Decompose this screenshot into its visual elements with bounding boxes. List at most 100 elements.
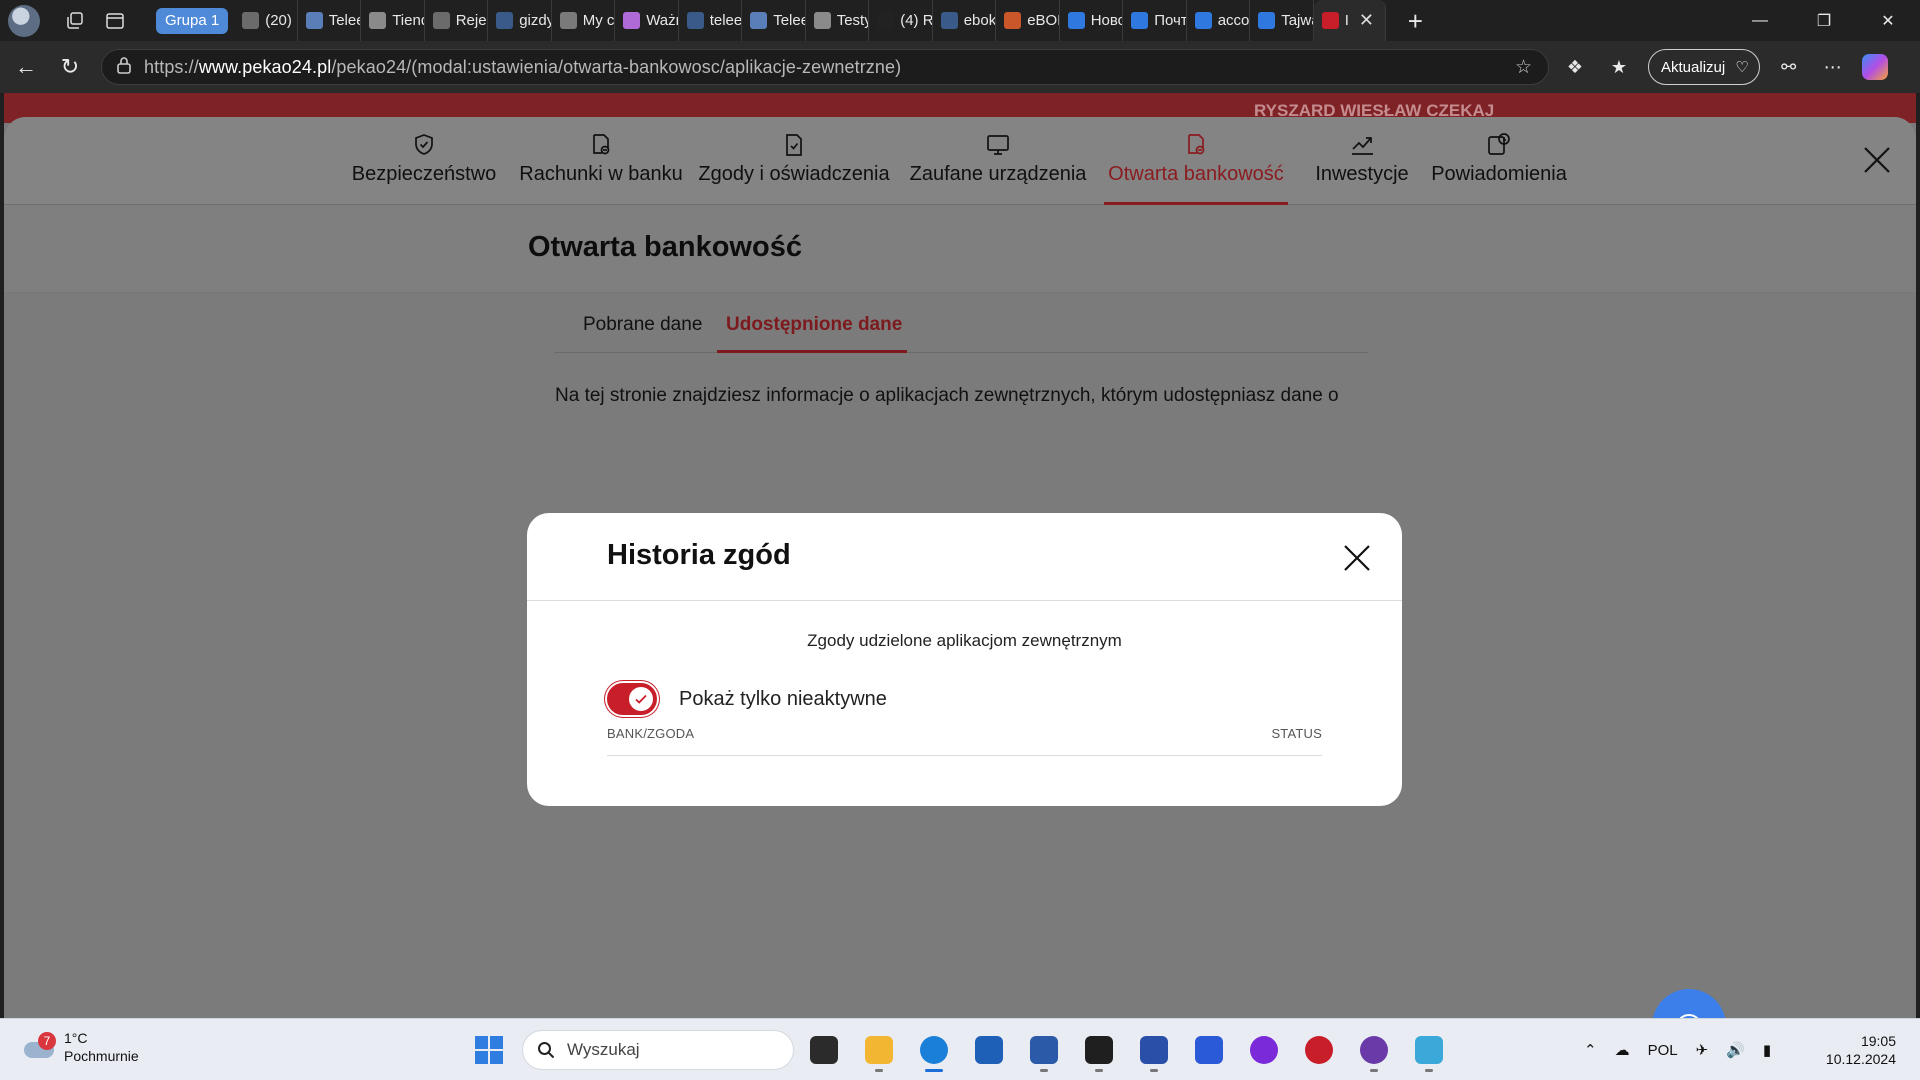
terminal-icon[interactable]	[1081, 1030, 1117, 1072]
tab-title: ebok	[963, 12, 996, 29]
browser-tab[interactable]: Testy	[806, 0, 870, 41]
browser-tab[interactable]: eBOK	[996, 0, 1060, 41]
file-explorer-icon[interactable]	[861, 1030, 897, 1072]
tab-title: telee	[709, 12, 742, 29]
browser-tab[interactable]: Telee	[298, 0, 362, 41]
inactive-only-toggle[interactable]	[607, 683, 657, 715]
minimize-button[interactable]: —	[1728, 0, 1792, 41]
tab-favicon-icon	[1258, 12, 1276, 29]
back-button[interactable]: ←	[8, 49, 44, 85]
settings-tab[interactable]: Inwestycje	[1315, 117, 1409, 205]
profile-switch-icon[interactable]: ⚯	[1774, 52, 1804, 82]
browser-tab[interactable]: Tajwa	[1250, 0, 1314, 41]
address-bar[interactable]: https://www.pekao24.pl/pekao24/(modal:us…	[101, 49, 1549, 85]
browser-tab[interactable]: (4) Ry	[869, 0, 933, 41]
window-controls: — ❐ ✕	[1728, 0, 1920, 41]
volume-icon[interactable]: 🔊	[1726, 1041, 1745, 1059]
column-header-bank: BANK/ZGODA	[607, 726, 695, 741]
extensions-icon[interactable]: ❖	[1560, 52, 1590, 82]
section-title: Otwarta bankowość	[528, 231, 802, 263]
tor-browser-icon[interactable]	[1246, 1030, 1282, 1070]
taskbar-search[interactable]: Wyszukaj	[522, 1030, 794, 1070]
settings-tab-label: Powiadomienia	[1431, 163, 1567, 185]
airplane-icon[interactable]: ✈	[1696, 1041, 1709, 1059]
settings-tab[interactable]: Zaufane urządzenia	[910, 117, 1086, 205]
settings-tab[interactable]: Otwarta bankowość	[1104, 117, 1288, 205]
more-menu-icon[interactable]: ⋯	[1818, 52, 1848, 82]
browser-tab[interactable]: Telee	[742, 0, 806, 41]
tab-title: eBOK	[1027, 12, 1059, 29]
notification-icon	[1485, 131, 1513, 159]
browser-tab[interactable]: Ważn	[615, 0, 679, 41]
close-tab-icon[interactable]: ✕	[1359, 10, 1374, 31]
settings-tab-label: Rachunki w banku	[519, 163, 683, 185]
subtab-udostepnione-dane[interactable]: Udostępnione dane	[726, 314, 902, 336]
tab-favicon-icon	[496, 12, 514, 29]
browser-tab[interactable]: My ca	[552, 0, 616, 41]
new-tab-button[interactable]: +	[1408, 8, 1423, 34]
settings-close-icon[interactable]	[1862, 145, 1892, 175]
app-a-icon[interactable]	[1191, 1030, 1227, 1070]
monitor-icon	[984, 131, 1012, 159]
tab-title: My ca	[582, 12, 615, 29]
shield-icon	[410, 131, 438, 159]
browser-tab[interactable]: Tiend	[361, 0, 425, 41]
settings-tab[interactable]: Zgody i oświadczenia	[698, 117, 890, 205]
browser-tab[interactable]: I ✕	[1313, 0, 1386, 41]
subtab-pobrane-dane[interactable]: Pobrane dane	[583, 314, 702, 336]
update-button[interactable]: Aktualizuj ♡	[1648, 49, 1760, 85]
tab-actions-icon[interactable]	[102, 8, 128, 34]
tab-title: Ważn	[646, 12, 678, 29]
tab-group-chip[interactable]: Grupa 1	[156, 7, 229, 34]
favorites-icon[interactable]: ★	[1604, 52, 1634, 82]
network-app-icon[interactable]	[1026, 1030, 1062, 1072]
settings-tab[interactable]: Rachunki w banku	[519, 117, 683, 205]
clock-date: 10.12.2024	[1825, 1051, 1896, 1067]
browser-tab[interactable]: ebok	[933, 0, 997, 41]
browser-tab[interactable]: gizdy	[488, 0, 552, 41]
table-header-divider	[607, 755, 1322, 756]
address-toolbar: ← ↻ https://www.pekao24.pl/pekao24/(moda…	[0, 41, 1920, 93]
workspaces-icon[interactable]	[62, 8, 88, 34]
browser-tab[interactable]: Почт	[1123, 0, 1187, 41]
dialog-close-icon[interactable]	[1342, 543, 1372, 573]
weather-widget[interactable]: 7 1°C Pochmurnie	[22, 1029, 139, 1065]
tab-title: gizdy	[519, 12, 551, 29]
save-disk-icon[interactable]	[1136, 1030, 1172, 1072]
onedrive-icon[interactable]: ☁	[1615, 1041, 1630, 1059]
browser-tab[interactable]: Новс	[1060, 0, 1124, 41]
browser-tools: ❖ ★ Aktualizuj ♡ ⚯ ⋯	[1560, 41, 1888, 93]
browser-tab[interactable]: accou	[1187, 0, 1251, 41]
tab-title: Tiend	[392, 12, 424, 29]
favorite-star-icon[interactable]: ☆	[1515, 56, 1532, 79]
close-window-button[interactable]: ✕	[1856, 0, 1920, 41]
battery-icon[interactable]: ▮	[1763, 1041, 1771, 1059]
browser-tab[interactable]: Rejes	[425, 0, 489, 41]
cloud-icon: 7	[22, 1032, 56, 1062]
intro-text: Na tej stronie znajdziesz informacje o a…	[555, 385, 1339, 406]
edge-browser-icon[interactable]	[916, 1030, 952, 1072]
clock[interactable]: 19:05 10.12.2024	[1826, 1032, 1896, 1068]
settings-tab[interactable]: Powiadomienia	[1431, 117, 1567, 205]
language-indicator[interactable]: POL	[1648, 1042, 1678, 1059]
profile-avatar[interactable]	[8, 4, 40, 37]
tab-favicon-icon	[1321, 12, 1339, 29]
dialog-header: Historia zgód	[527, 513, 1402, 601]
tab-title: I	[1344, 12, 1349, 29]
github-icon[interactable]	[1356, 1030, 1392, 1072]
tab-favicon-icon	[369, 12, 387, 29]
notepad-icon[interactable]	[1411, 1030, 1447, 1072]
settings-tab[interactable]: Bezpieczeństwo	[352, 117, 496, 205]
task-view-icon[interactable]	[806, 1030, 842, 1070]
browser-tab[interactable]: telee	[679, 0, 743, 41]
copilot-icon[interactable]	[1861, 54, 1888, 80]
opera-icon[interactable]	[1301, 1030, 1337, 1070]
refresh-button[interactable]: ↻	[52, 49, 88, 85]
toggle-label: Pokaż tylko nieaktywne	[679, 688, 887, 710]
chevron-up-icon[interactable]: ⌃	[1584, 1041, 1597, 1059]
store-icon[interactable]	[971, 1030, 1007, 1070]
restore-button[interactable]: ❐	[1792, 0, 1856, 41]
windows-start-icon[interactable]	[474, 1035, 504, 1065]
browser-tab[interactable]: (20) D	[234, 0, 298, 41]
settings-tab-label: Inwestycje	[1315, 163, 1409, 185]
